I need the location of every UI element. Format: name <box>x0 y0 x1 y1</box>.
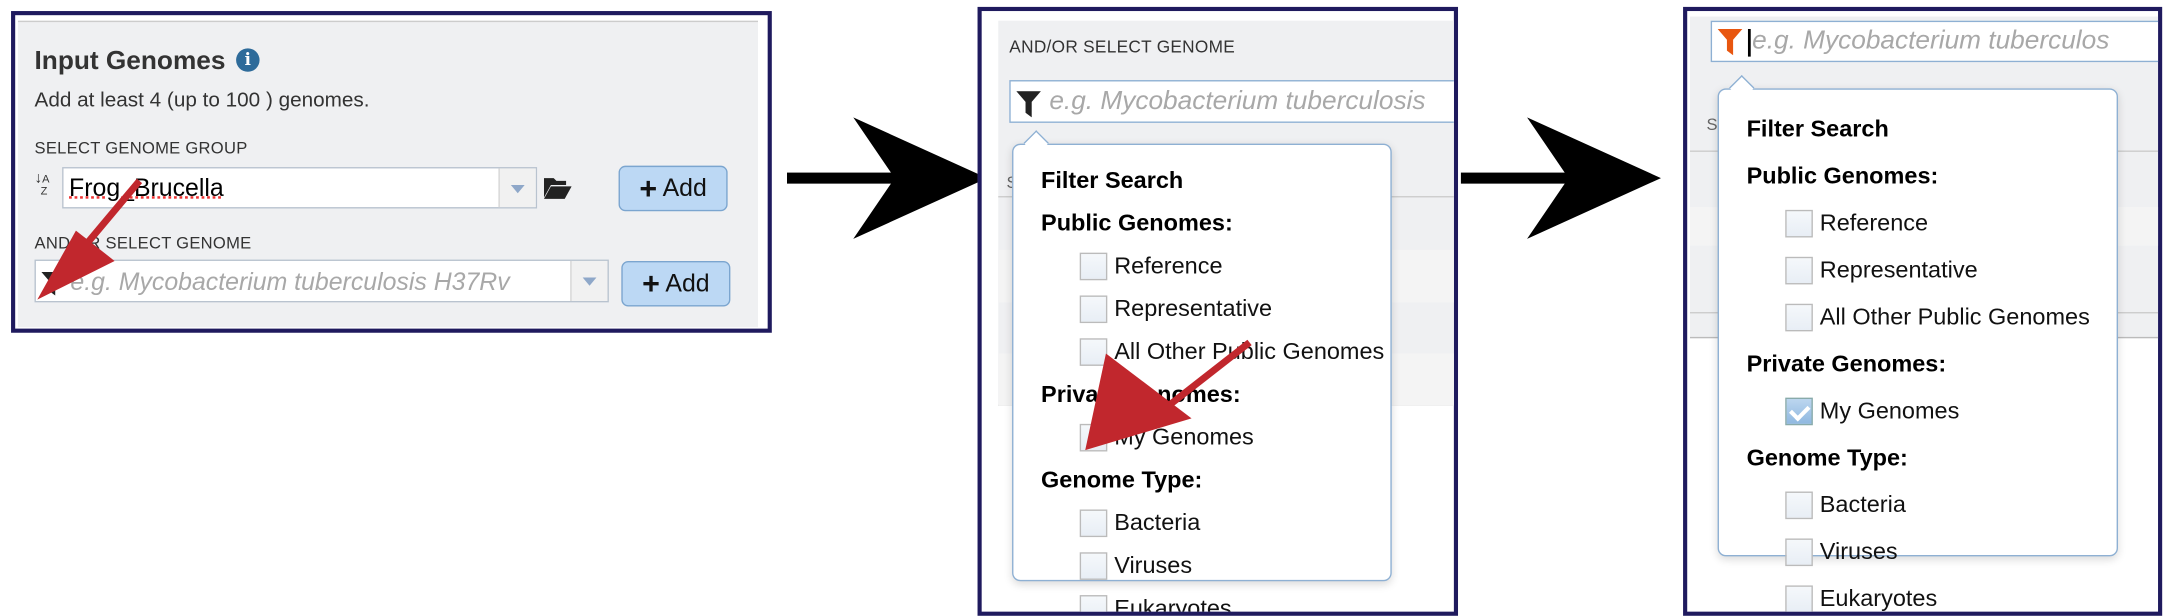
checkbox[interactable] <box>1785 585 1813 612</box>
checkbox[interactable] <box>1785 538 1813 567</box>
step-arrow-1 <box>786 117 988 239</box>
checkbox-all-other-public[interactable]: All Other Public Genomes <box>1785 294 2116 341</box>
checkbox-my-genomes[interactable]: My Genomes <box>1785 388 2116 435</box>
checkbox[interactable] <box>1785 256 1813 285</box>
filter-popup: Filter Search Public Genomes: Reference … <box>1717 74 2118 612</box>
type-heading: Genome Type: <box>1746 444 1908 471</box>
checkbox-bacteria[interactable]: Bacteria <box>1785 482 2116 529</box>
step1-panel: Input Genomes i Add at least 4 (up to 10… <box>11 11 772 333</box>
checkbox[interactable] <box>1785 209 1813 238</box>
checkbox-representative[interactable]: Representative <box>1785 247 2116 294</box>
checkbox-eukaryotes[interactable]: Eukaryotes <box>1785 576 2116 612</box>
checkbox-reference[interactable]: Reference <box>1785 200 2116 247</box>
red-annotation-arrow <box>1085 339 1252 451</box>
step2-panel: AND/OR SELECT GENOME S e.g. Mycobacteriu… <box>977 6 1459 616</box>
private-heading: Private Genomes: <box>1746 350 1947 377</box>
red-annotation-arrow <box>37 178 143 300</box>
behind-label: S <box>1706 114 1718 134</box>
checkbox-viruses[interactable]: Viruses <box>1785 529 2116 576</box>
step-arrow-2 <box>1460 117 1661 239</box>
checkbox-checked[interactable] <box>1785 397 1813 426</box>
filter-title: Filter Search <box>1746 115 1889 143</box>
checkbox[interactable] <box>1785 303 1813 332</box>
step3-panel: S e.g. Mycobacterium tuberculos Filter S… <box>1683 6 2163 616</box>
genome-search-input[interactable]: e.g. Mycobacterium tuberculos <box>1710 20 2159 63</box>
filter-active-icon[interactable] <box>1717 28 1743 56</box>
text-cursor <box>1747 28 1751 57</box>
checkbox[interactable] <box>1785 491 1813 520</box>
public-heading: Public Genomes: <box>1746 162 1939 190</box>
